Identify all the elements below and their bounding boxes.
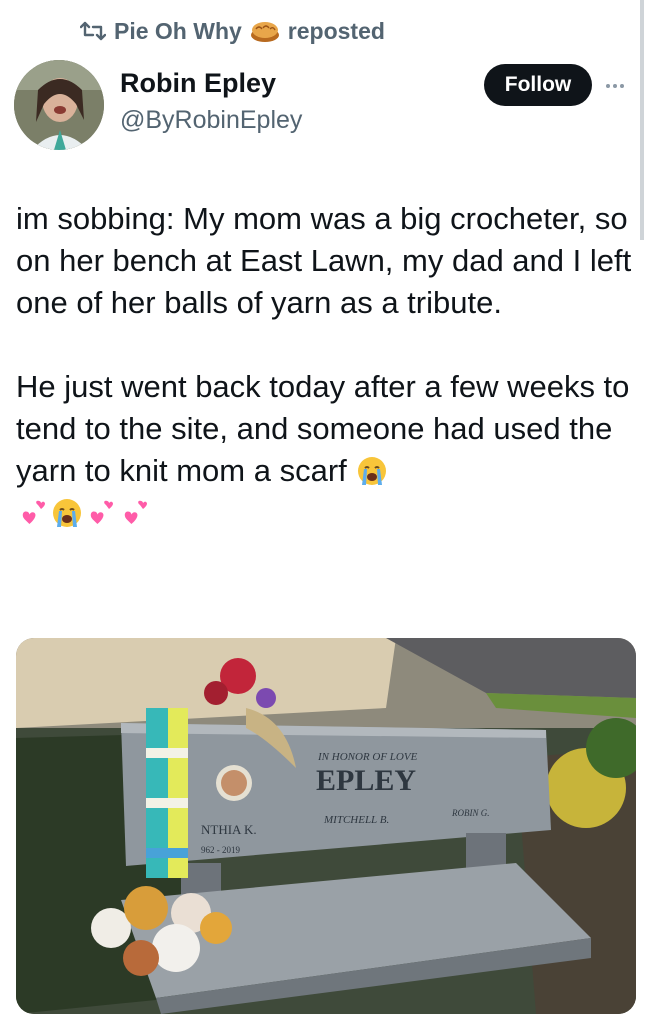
pie-emoji-icon <box>250 22 279 42</box>
author-handle[interactable]: @ByRobinEpley <box>120 106 302 135</box>
bench-name-left: NTHIA K. <box>201 822 257 837</box>
bench-line1: IN HONOR OF LOVE <box>317 751 418 763</box>
repost-action: reposted <box>287 17 385 44</box>
avatar[interactable] <box>14 60 104 150</box>
tweet-photo[interactable]: IN HONOR OF LOVE EPLEY NTHIA K. 962 - 20… <box>16 638 636 1014</box>
tweet-paragraph-2: He just went back today after a few week… <box>16 366 641 492</box>
bench-name-center: MITCHELL B. <box>323 814 389 826</box>
avatar-photo <box>14 60 104 150</box>
more-options-icon[interactable] <box>606 80 634 92</box>
tweet-text: im sobbing: My mom was a big crocheter, … <box>16 198 641 534</box>
repost-icon <box>80 21 106 41</box>
loudly-crying-face-icon <box>53 499 81 527</box>
loudly-crying-face-icon <box>358 457 387 485</box>
bench-surname: EPLEY <box>316 764 416 797</box>
follow-button[interactable]: Follow <box>484 64 592 106</box>
author-name[interactable]: Robin Epley <box>120 68 276 99</box>
bench-dates-left: 962 - 2019 <box>201 845 240 855</box>
emoji-row <box>16 492 641 534</box>
tweet-paragraph-1: im sobbing: My mom was a big crocheter, … <box>16 201 632 320</box>
repost-header: Pie Oh Why reposted <box>80 14 385 48</box>
reposter-name[interactable]: Pie Oh Why <box>114 18 242 45</box>
tweet-paragraph-2-text: He just went back today after a few week… <box>16 369 630 488</box>
bench-name-right: ROBIN G. <box>451 808 490 818</box>
two-hearts-icon <box>90 500 113 524</box>
two-hearts-icon <box>124 500 147 524</box>
memorial-bench-photo: IN HONOR OF LOVE EPLEY NTHIA K. 962 - 20… <box>16 638 636 1014</box>
two-hearts-icon <box>22 500 45 524</box>
